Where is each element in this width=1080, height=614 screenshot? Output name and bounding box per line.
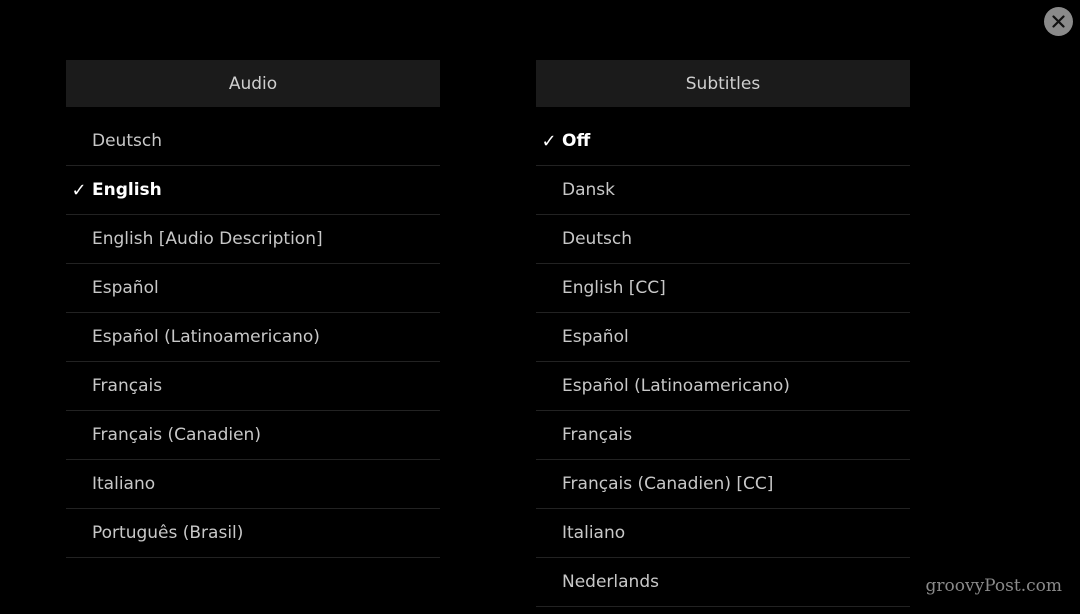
subtitle-option[interactable]: Français (Canadien) [CC] bbox=[536, 460, 910, 509]
audio-option-label: Italiano bbox=[92, 474, 156, 494]
audio-option[interactable]: Español (Latinoamericano) bbox=[66, 313, 440, 362]
audio-option[interactable]: Español bbox=[66, 264, 440, 313]
checkmark-icon: ✓ bbox=[541, 130, 557, 152]
checkmark-icon: ✓ bbox=[71, 179, 87, 201]
subtitles-header: Subtitles bbox=[536, 60, 910, 107]
audio-option-label: Français (Canadien) bbox=[92, 425, 261, 445]
subtitles-panel: Subtitles ✓ Off Dansk Deutsch English [CC] Es… bbox=[536, 60, 910, 607]
audio-panel: Audio Deutsch ✓ English English [Audio Desc… bbox=[66, 60, 440, 558]
subtitle-option[interactable]: Deutsch bbox=[536, 215, 910, 264]
audio-option[interactable]: English [Audio Description] bbox=[66, 215, 440, 264]
audio-option[interactable]: ✓ English bbox=[66, 166, 440, 215]
audio-list: Deutsch ✓ English English [Audio Descriptio… bbox=[66, 117, 440, 558]
audio-option-label: Deutsch bbox=[92, 131, 162, 151]
subtitle-option[interactable]: Italiano bbox=[536, 509, 910, 558]
subtitle-option-label: Italiano bbox=[562, 523, 626, 543]
watermark: groovyPost.com bbox=[925, 576, 1062, 596]
subtitle-option-label: Français (Canadien) [CC] bbox=[562, 474, 774, 494]
audio-option[interactable]: Français (Canadien) bbox=[66, 411, 440, 460]
audio-header: Audio bbox=[66, 60, 440, 107]
subtitle-option[interactable]: ✓ Off bbox=[536, 117, 910, 166]
subtitle-option[interactable]: Nederlands bbox=[536, 558, 910, 607]
subtitle-option-label: Deutsch bbox=[562, 229, 632, 249]
subtitle-option[interactable]: Español bbox=[536, 313, 910, 362]
close-icon bbox=[1052, 15, 1065, 28]
audio-option-label: English bbox=[92, 180, 162, 200]
subtitle-option-label: Español bbox=[562, 327, 629, 347]
subtitle-option-label: Off bbox=[562, 131, 591, 151]
audio-option[interactable]: Italiano bbox=[66, 460, 440, 509]
audio-option[interactable]: Français bbox=[66, 362, 440, 411]
audio-option-label: Español (Latinoamericano) bbox=[92, 327, 320, 347]
audio-option[interactable]: Deutsch bbox=[66, 117, 440, 166]
close-button[interactable] bbox=[1044, 7, 1073, 36]
audio-option-label: English [Audio Description] bbox=[92, 229, 323, 249]
subtitle-option[interactable]: Dansk bbox=[536, 166, 910, 215]
audio-option[interactable]: Português (Brasil) bbox=[66, 509, 440, 558]
subtitle-option-label: Dansk bbox=[562, 180, 615, 200]
audio-option-label: Português (Brasil) bbox=[92, 523, 244, 543]
audio-option-label: Español bbox=[92, 278, 159, 298]
subtitle-option-label: Español (Latinoamericano) bbox=[562, 376, 790, 396]
audio-option-label: Français bbox=[92, 376, 163, 396]
subtitle-option-label: English [CC] bbox=[562, 278, 666, 298]
subtitle-option-label: Français bbox=[562, 425, 633, 445]
subtitle-option-label: Nederlands bbox=[562, 572, 659, 592]
subtitle-option[interactable]: English [CC] bbox=[536, 264, 910, 313]
subtitle-option[interactable]: Français bbox=[536, 411, 910, 460]
subtitles-list: ✓ Off Dansk Deutsch English [CC] Español Españ… bbox=[536, 117, 910, 607]
subtitle-option[interactable]: Español (Latinoamericano) bbox=[536, 362, 910, 411]
